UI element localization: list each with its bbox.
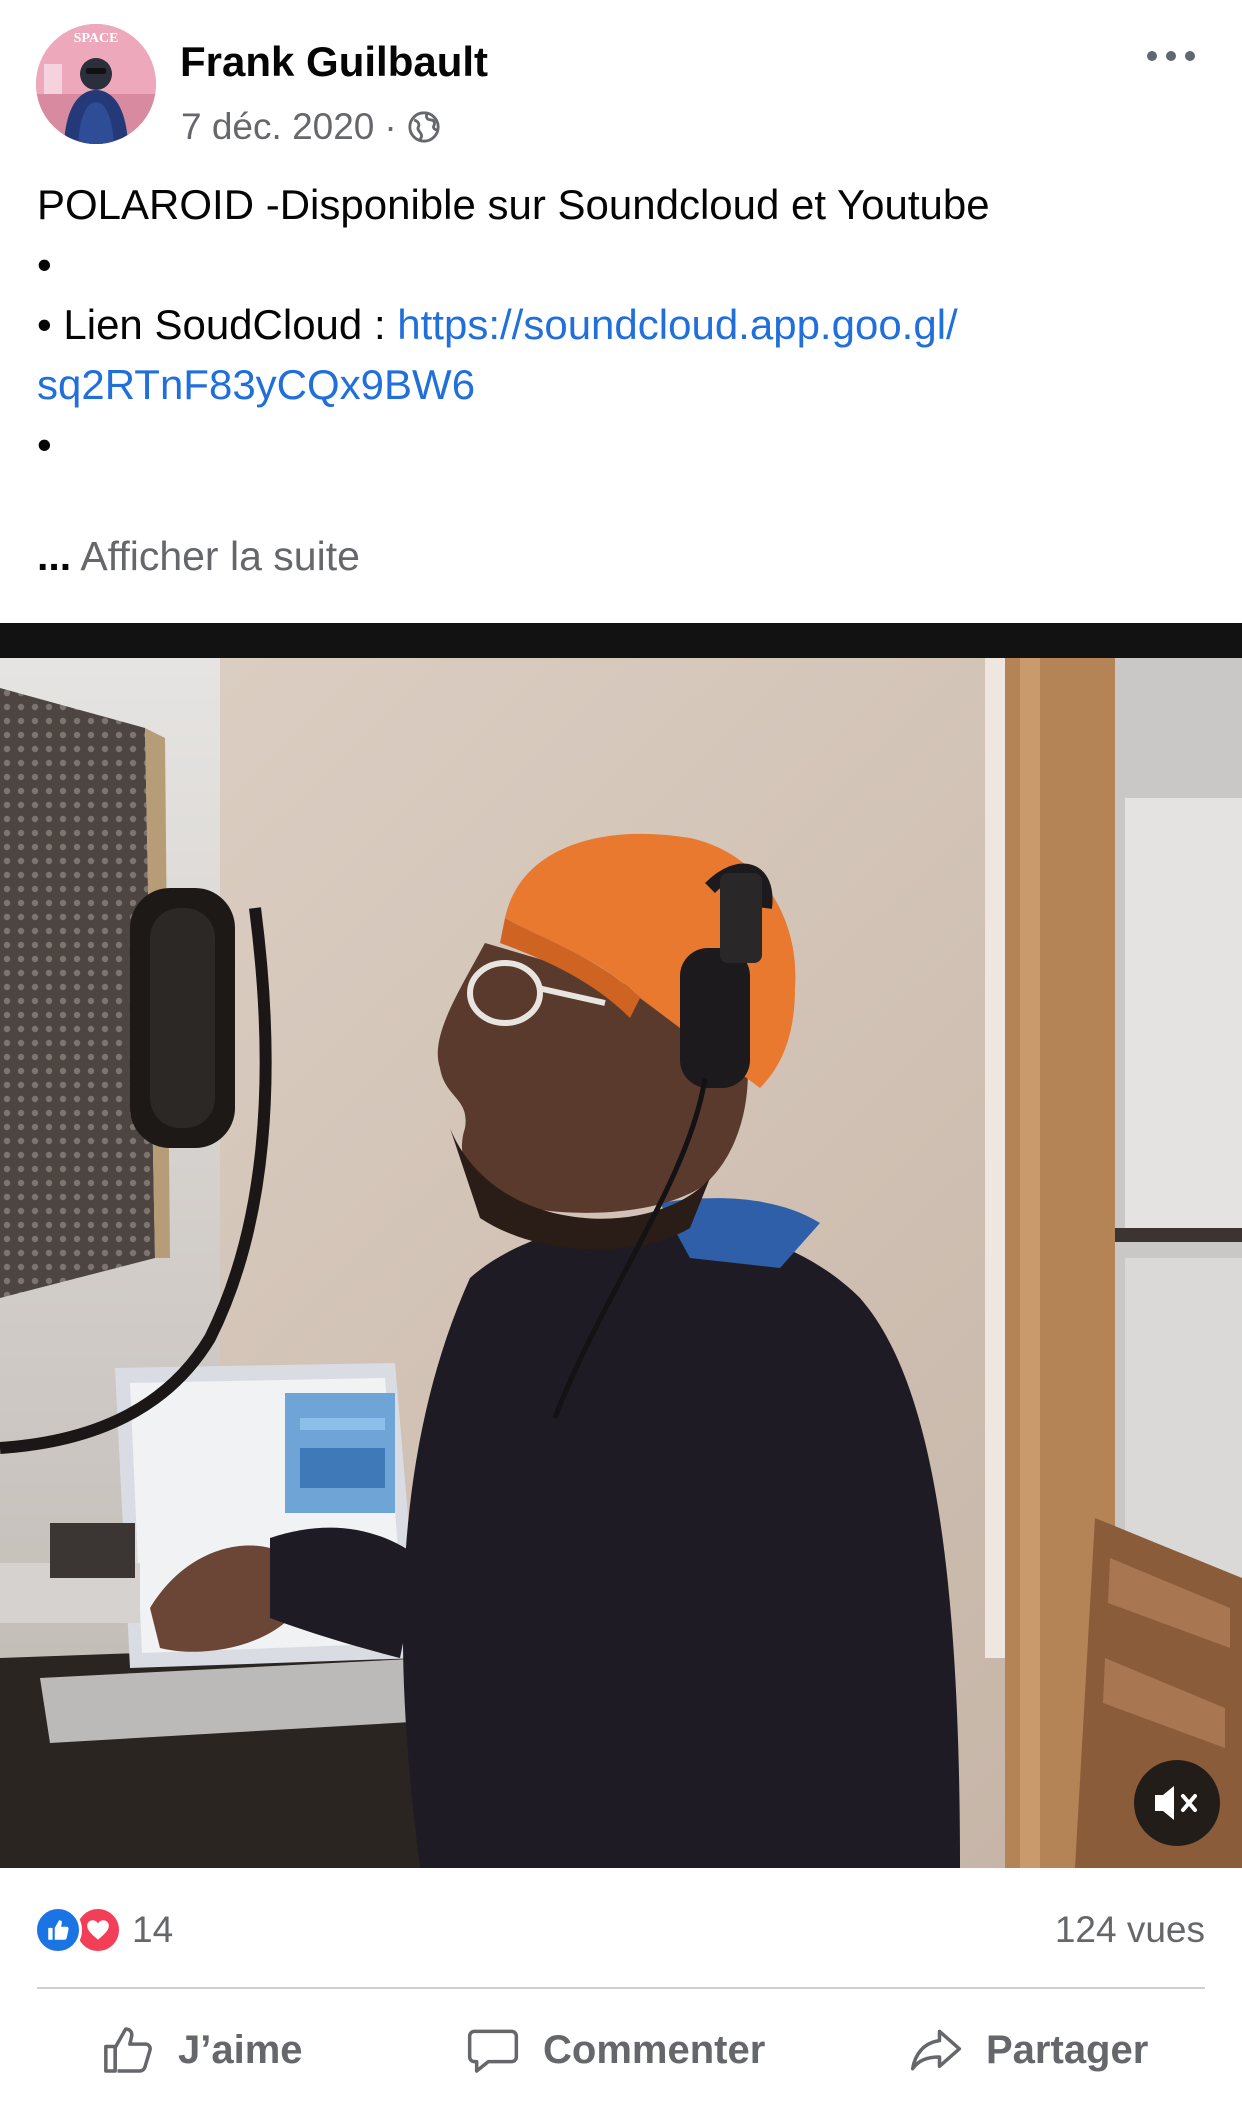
like-button-label: J’aime bbox=[178, 2027, 303, 2072]
video-frame bbox=[0, 658, 1242, 1868]
post-actions-bar: J’aime Commenter Partager bbox=[0, 2012, 1242, 2088]
thumbs-up-icon bbox=[104, 2027, 152, 2073]
post-text: POLAROID -Disponible sur Soundcloud et Y… bbox=[37, 175, 1207, 475]
comment-icon bbox=[467, 2029, 519, 2073]
more-options-button[interactable] bbox=[1136, 36, 1206, 76]
mute-toggle-button[interactable] bbox=[1134, 1760, 1220, 1846]
comment-button[interactable]: Commenter bbox=[465, 2012, 765, 2088]
more-options-icon bbox=[1147, 51, 1195, 61]
like-reaction-icon bbox=[34, 1906, 82, 1954]
post-text-line-5: • bbox=[37, 421, 52, 468]
share-button-label: Partager bbox=[986, 2027, 1149, 2072]
comment-button-label: Commenter bbox=[543, 2027, 766, 2072]
share-arrow-icon bbox=[910, 2029, 962, 2071]
soundcloud-link-continued[interactable]: sq2RTnF83yCQx9BW6 bbox=[37, 361, 475, 408]
like-button[interactable]: J’aime bbox=[100, 2012, 303, 2088]
see-more-ellipsis: ... bbox=[37, 533, 72, 579]
actions-divider bbox=[37, 1987, 1205, 1989]
post-text-line-3: • Lien SoudCloud : https://soundcloud.ap… bbox=[37, 295, 1207, 355]
post-text-line-1: POLAROID -Disponible sur Soundcloud et Y… bbox=[37, 181, 990, 228]
meta-separator: · bbox=[384, 106, 397, 147]
author-name[interactable]: Frank Guilbault bbox=[180, 38, 488, 86]
globe-icon bbox=[408, 111, 440, 143]
speaker-muted-icon bbox=[1155, 1786, 1197, 1820]
soundcloud-link[interactable]: https://soundcloud.app.goo.gl/ bbox=[397, 301, 957, 348]
post-text-line-4: sq2RTnF83yCQx9BW6 bbox=[37, 355, 1207, 415]
reactions-summary[interactable]: 14 bbox=[34, 1905, 173, 1955]
post-date[interactable]: 7 déc. 2020 bbox=[181, 106, 374, 148]
avatar-label: SPACE bbox=[74, 31, 119, 46]
author-avatar[interactable]: SPACE bbox=[36, 24, 156, 144]
see-more-label: Afficher la suite bbox=[80, 533, 360, 579]
reaction-count: 14 bbox=[132, 1909, 174, 1950]
link-prefix: • Lien SoudCloud : bbox=[37, 301, 398, 348]
video-player[interactable] bbox=[0, 623, 1242, 1868]
views-count: 124 vues bbox=[1054, 1909, 1205, 1950]
see-more-link[interactable]: ... Afficher la suite bbox=[37, 533, 360, 580]
post-meta: 7 déc. 2020 · bbox=[181, 104, 441, 150]
share-button[interactable]: Partager bbox=[908, 2012, 1148, 2088]
post-text-line-2: • bbox=[37, 241, 52, 288]
avatar-image: SPACE bbox=[36, 24, 156, 144]
